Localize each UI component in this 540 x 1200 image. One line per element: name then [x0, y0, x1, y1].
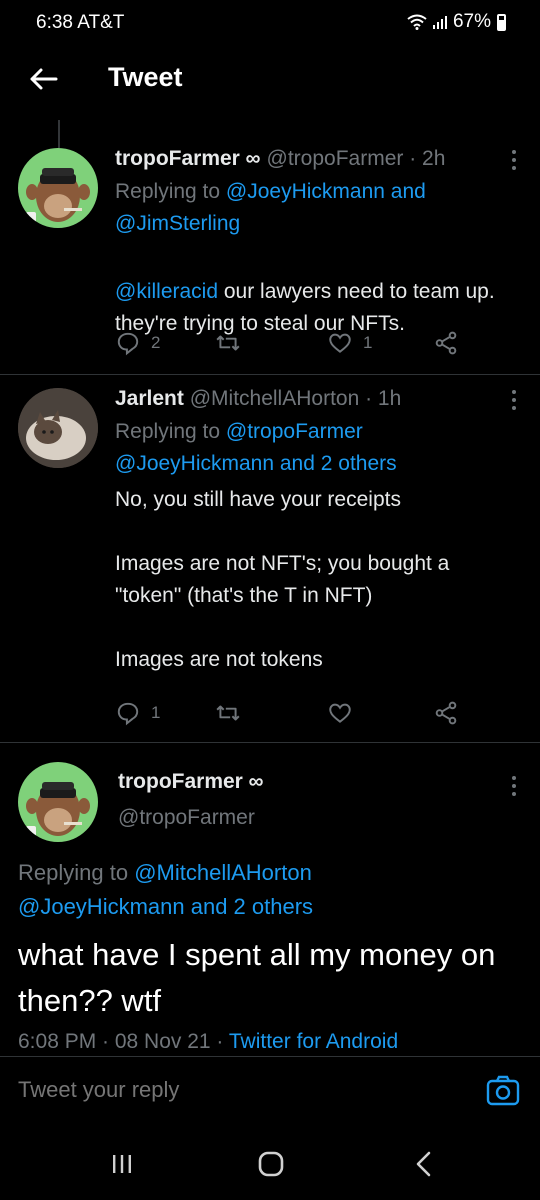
tweet-item[interactable]: Jarlent @MitchellAHorton · 1h Replying t…	[0, 384, 540, 740]
retweet-icon	[216, 335, 240, 351]
timestamp: 6:08 PM · 08 Nov 21 ·	[18, 1030, 229, 1053]
heart-icon	[329, 703, 351, 723]
replying-to-label: Replying to	[18, 860, 135, 885]
user-handle[interactable]: @MitchellAHorton	[190, 387, 360, 410]
reply-count: 2	[151, 333, 161, 352]
display-name[interactable]: tropoFarmer ∞	[115, 147, 261, 170]
heart-icon	[329, 333, 351, 353]
more-options-icon[interactable]	[512, 776, 516, 800]
nav-back-icon[interactable]	[412, 1150, 436, 1178]
share-icon	[435, 701, 457, 725]
status-bar: 6:38 AT&T 67%	[0, 0, 540, 44]
replying-to: Replying to @JoeyHickmann and @JimSterli…	[115, 176, 520, 240]
home-icon[interactable]	[257, 1150, 285, 1178]
reply-input[interactable]	[18, 1077, 418, 1103]
retweet-button[interactable]	[215, 700, 251, 726]
wifi-icon	[407, 14, 427, 30]
retweet-icon	[216, 705, 240, 721]
tweet-text: No, you still have your receipts Images …	[115, 488, 450, 671]
tweet-text: @killeracid our lawyers need to team up.…	[115, 244, 520, 340]
user-handle[interactable]: @tropoFarmer	[118, 806, 255, 830]
arrow-left-icon[interactable]	[26, 62, 60, 96]
retweet-button[interactable]	[215, 330, 251, 356]
replying-to-label: Replying to	[115, 420, 226, 443]
camera-icon[interactable]	[486, 1075, 520, 1107]
divider	[0, 742, 540, 743]
more-options-icon[interactable]	[512, 150, 516, 174]
avatar[interactable]	[18, 388, 98, 468]
top-app-bar: Tweet	[0, 44, 540, 120]
display-name[interactable]: tropoFarmer ∞	[118, 770, 264, 794]
status-time: 6:38 AT&T	[36, 12, 125, 33]
system-nav-bar	[0, 1128, 540, 1200]
replying-to-others[interactable]: @JoeyHickmann and 2 others	[18, 894, 313, 919]
avatar[interactable]	[18, 762, 98, 842]
display-name[interactable]: Jarlent	[115, 387, 184, 410]
battery-icon	[497, 13, 506, 31]
like-button[interactable]	[327, 700, 363, 726]
tweet-item[interactable]: tropoFarmer ∞ @tropoFarmer · 2h Replying…	[0, 144, 540, 374]
user-handle[interactable]: @tropoFarmer	[267, 147, 404, 170]
page-title: Tweet	[108, 62, 183, 92]
more-options-icon[interactable]	[512, 390, 516, 414]
tweet-timestamp: 6:08 PM · 08 Nov 21 · Twitter for Androi…	[18, 1030, 398, 1056]
divider	[0, 374, 540, 375]
replying-to-user[interactable]: @MitchellAHorton	[134, 860, 312, 885]
avatar[interactable]	[18, 148, 98, 228]
tweet-actions: 1	[115, 698, 510, 728]
reply-button[interactable]: 2	[115, 330, 160, 356]
replying-to: Replying to @MitchellAHorton @JoeyHickma…	[18, 856, 313, 924]
recent-apps-icon[interactable]	[110, 1152, 134, 1176]
tweet-actions: 2 1	[115, 328, 510, 358]
reply-icon	[117, 702, 139, 726]
source-link[interactable]: Twitter for Android	[229, 1030, 398, 1053]
signal-icon	[432, 15, 447, 29]
reply-count: 1	[151, 703, 161, 722]
battery-percent: 67%	[452, 11, 491, 32]
reply-composer	[0, 1056, 540, 1128]
tweet-text: what have I spent all my money on then??…	[18, 937, 496, 1018]
share-button[interactable]	[433, 700, 459, 726]
reply-button[interactable]: 1	[115, 700, 160, 726]
reply-icon	[117, 332, 139, 356]
mention-link[interactable]: @killeracid	[115, 280, 218, 303]
share-icon	[435, 331, 457, 355]
like-count: 1	[363, 333, 373, 352]
tweet-time: · 2h	[409, 147, 446, 170]
tweet-time: · 1h	[365, 387, 402, 410]
share-button[interactable]	[433, 330, 459, 356]
replying-to: Replying to @tropoFarmer @JoeyHickmann a…	[115, 416, 520, 480]
like-button[interactable]: 1	[327, 330, 372, 356]
replying-to-label: Replying to	[115, 180, 226, 203]
